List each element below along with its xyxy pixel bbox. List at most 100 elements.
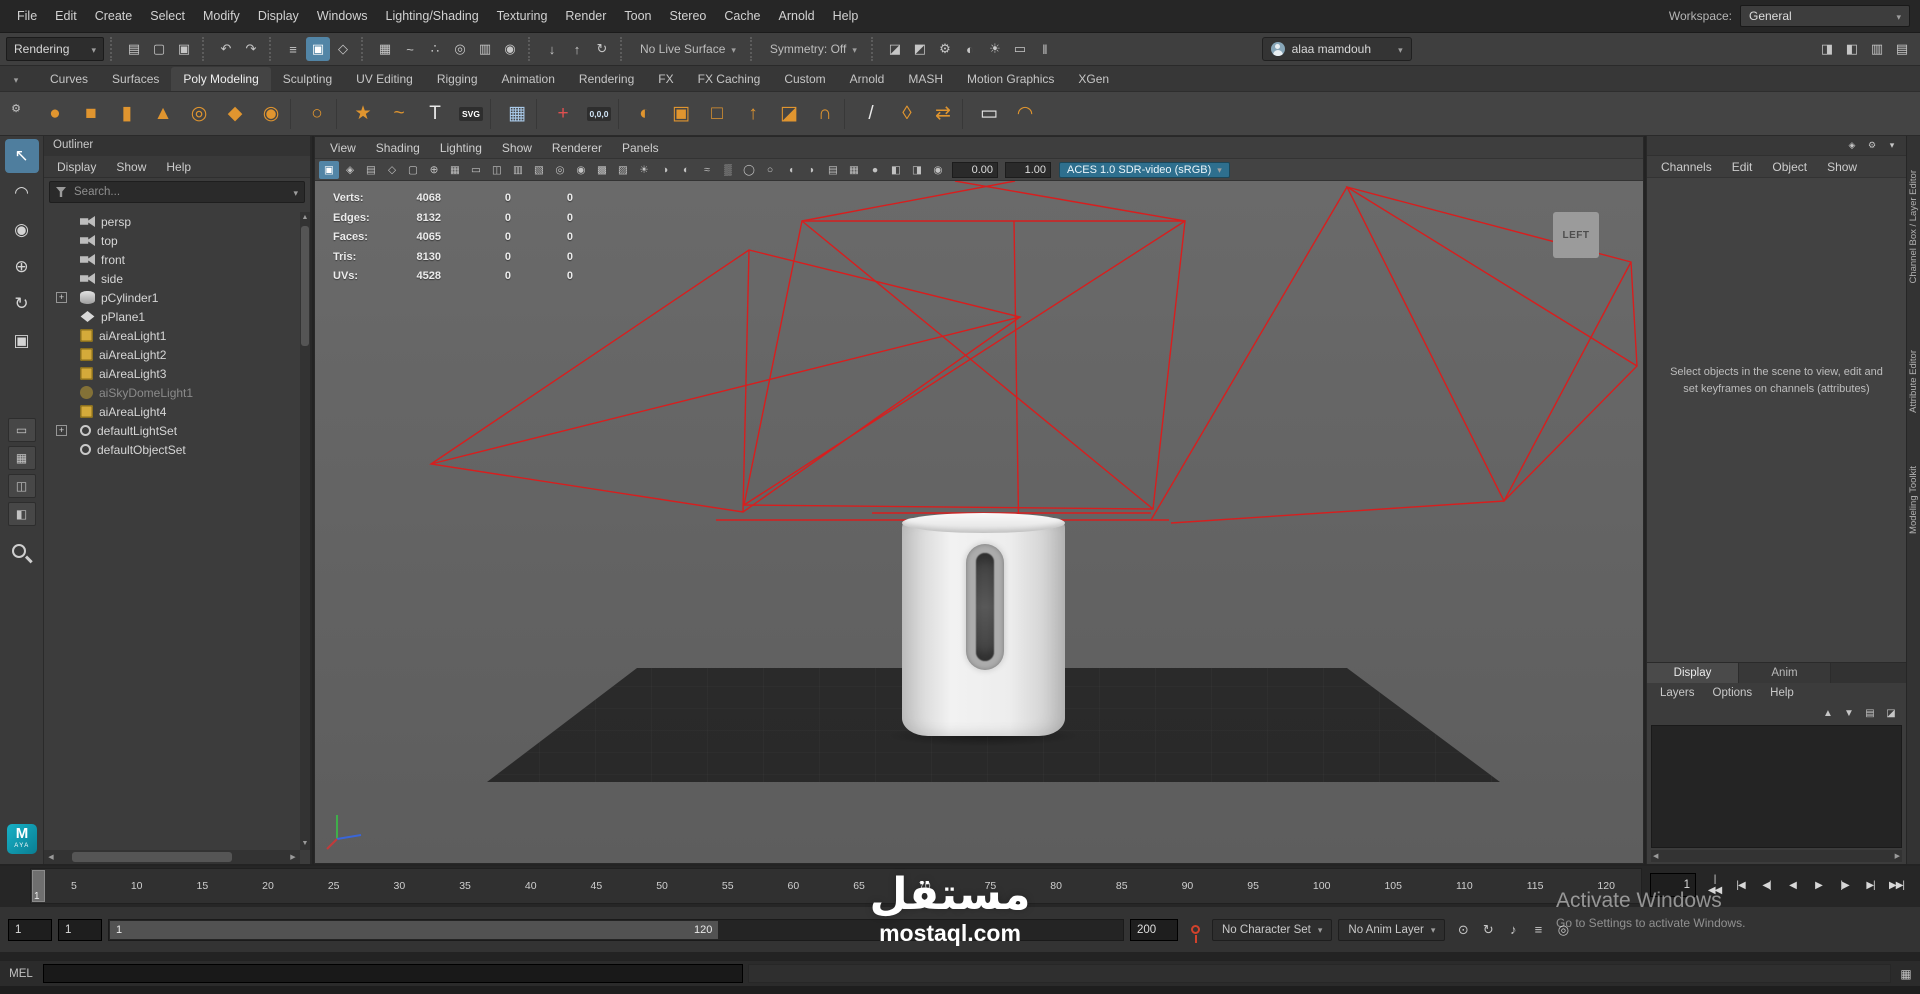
menubar-item[interactable]: Select bbox=[141, 0, 194, 33]
locator-icon[interactable]: + bbox=[546, 97, 580, 131]
new-layer-from-selected-icon[interactable]: ◪ bbox=[1882, 705, 1900, 721]
layer-list[interactable] bbox=[1651, 725, 1902, 848]
grid-toggle-icon[interactable]: ▦ bbox=[445, 161, 465, 179]
view-transform-select[interactable]: ACES 1.0 SDR-video (sRGB) bbox=[1059, 161, 1230, 178]
character-set-select[interactable]: No Character Set bbox=[1212, 918, 1333, 941]
lighting-all-icon[interactable]: ☀ bbox=[634, 161, 654, 179]
search-input[interactable] bbox=[72, 185, 288, 199]
shadows-icon[interactable]: ◑ bbox=[655, 161, 675, 179]
depth-of-field-icon[interactable]: ◯ bbox=[739, 161, 759, 179]
shelf-tab[interactable]: FX bbox=[646, 67, 685, 91]
expand-icon[interactable]: + bbox=[56, 424, 67, 436]
hypershade-icon[interactable]: ◐ bbox=[958, 37, 982, 61]
step-back-key-button[interactable]: |◀ bbox=[1728, 871, 1753, 899]
toggle-tool-settings-icon[interactable]: ▥ bbox=[1865, 37, 1889, 61]
live-surface-indicator[interactable]: No Live Surface bbox=[632, 38, 744, 60]
play-forwards-button[interactable]: ▶ bbox=[1806, 871, 1831, 899]
outliner-menu-item[interactable]: Display bbox=[48, 156, 105, 177]
split-pane-layout-button[interactable]: ◧ bbox=[7, 502, 36, 526]
save-scene-icon[interactable]: ▣ bbox=[172, 37, 196, 61]
extrude-icon[interactable]: ↑ bbox=[736, 97, 770, 131]
poly-cube-icon[interactable]: ■ bbox=[74, 97, 108, 131]
channel-box-menu-item[interactable]: Show bbox=[1818, 156, 1866, 177]
shelf-separator[interactable] bbox=[618, 98, 626, 129]
outputs-icon[interactable]: ↑ bbox=[565, 37, 589, 61]
viewport-menu-item[interactable]: Show bbox=[493, 137, 541, 158]
script-editor-icon[interactable]: ▦ bbox=[1896, 964, 1916, 984]
select-camera-icon[interactable]: ▣ bbox=[319, 160, 339, 179]
hide-panel-icon[interactable]: ▾ bbox=[1884, 138, 1900, 154]
shelf-tab[interactable]: Custom bbox=[772, 67, 837, 91]
speed-slow-icon[interactable]: ◈ bbox=[1844, 138, 1860, 154]
step-forward-key-button[interactable]: ▶| bbox=[1858, 871, 1883, 899]
playback-range[interactable]: 1 120 bbox=[110, 920, 719, 939]
menubar-item[interactable]: Texturing bbox=[488, 0, 557, 33]
render-sequence-icon[interactable]: ▭ bbox=[1008, 37, 1032, 61]
frame-selected-icon[interactable]: ▨ bbox=[613, 161, 633, 179]
menubar-item[interactable]: File bbox=[8, 0, 46, 33]
light-editor-icon[interactable]: ☀ bbox=[983, 37, 1007, 61]
command-input[interactable] bbox=[43, 964, 743, 983]
outliner-item[interactable]: + pPlane1 bbox=[44, 307, 300, 326]
shelf-gear-icon[interactable]: ⚙ bbox=[6, 98, 26, 118]
redo-icon[interactable]: ↷ bbox=[239, 37, 263, 61]
menubar-item[interactable]: Toon bbox=[615, 0, 660, 33]
user-account-menu[interactable]: alaa mamdouh bbox=[1261, 37, 1412, 61]
scroll-right-icon[interactable]: ▶ bbox=[286, 853, 300, 861]
viewport-menu-item[interactable]: View bbox=[321, 137, 365, 158]
frame-all-icon[interactable]: ▩ bbox=[592, 161, 612, 179]
scroll-up-icon[interactable]: ▲ bbox=[300, 212, 310, 224]
open-scene-icon[interactable]: ▢ bbox=[147, 37, 171, 61]
undo-icon[interactable]: ↶ bbox=[214, 37, 238, 61]
shelf-tab[interactable]: Sculpting bbox=[271, 67, 344, 91]
separate-icon[interactable]: □ bbox=[700, 97, 734, 131]
resolution-gate-icon[interactable]: ◫ bbox=[487, 161, 507, 179]
command-language-button[interactable]: MEL bbox=[4, 968, 38, 980]
shelf-menu-icon[interactable] bbox=[6, 70, 26, 90]
render-settings-icon[interactable]: ⚙ bbox=[933, 37, 957, 61]
range-slider[interactable]: 1 120 bbox=[108, 918, 1124, 941]
poly-disc-icon[interactable]: ◉ bbox=[254, 97, 288, 131]
time-slider-track[interactable]: 5 10 15 20 25 30 35 40 45 50 55 60 65 70 75 80 85 90 95 100… bbox=[30, 868, 1642, 904]
new-empty-layer-icon[interactable]: ▤ bbox=[1861, 705, 1879, 721]
safe-title-icon[interactable]: ◉ bbox=[571, 161, 591, 179]
outliner-item[interactable]: + top bbox=[44, 231, 300, 250]
menubar-item[interactable]: Lighting/Shading bbox=[377, 0, 488, 33]
scale-tool[interactable]: ▣ bbox=[5, 324, 39, 358]
poly-torus-icon[interactable]: ◎ bbox=[182, 97, 216, 131]
shelf-separator[interactable] bbox=[490, 98, 498, 129]
shelf-separator[interactable] bbox=[536, 98, 544, 129]
shelf-tab[interactable]: Motion Graphics bbox=[955, 67, 1066, 91]
curve-star-icon[interactable]: ★ bbox=[346, 97, 380, 131]
playback-start-field[interactable] bbox=[58, 918, 102, 941]
menu-set-select[interactable]: Rendering bbox=[6, 37, 104, 61]
exposure-icon[interactable]: ◧ bbox=[886, 161, 906, 179]
channel-box-menu-item[interactable]: Object bbox=[1763, 156, 1816, 177]
auto-keyframe-button[interactable] bbox=[1184, 919, 1206, 943]
symmetry-indicator[interactable]: Symmetry: Off bbox=[762, 38, 865, 60]
menubar-item[interactable]: Help bbox=[824, 0, 868, 33]
viewport-menu-item[interactable]: Lighting bbox=[431, 137, 491, 158]
outliner-vertical-scrollbar[interactable]: ▲ ▼ bbox=[300, 212, 310, 850]
snap-projected-center-icon[interactable]: ◎ bbox=[448, 37, 472, 61]
move-layer-down-icon[interactable]: ▼ bbox=[1840, 705, 1858, 721]
image-plane-icon[interactable]: ▢ bbox=[403, 161, 423, 179]
outliner-item[interactable]: + aiAreaLight4 bbox=[44, 402, 300, 421]
mute-icon[interactable]: ◎ bbox=[1551, 918, 1575, 942]
animation-end-field[interactable] bbox=[1130, 918, 1178, 941]
shelf-tab[interactable]: Curves bbox=[38, 67, 100, 91]
isolate-select-icon[interactable]: ○ bbox=[760, 161, 780, 179]
color-management-icon[interactable]: ◉ bbox=[928, 161, 948, 179]
scroll-left-icon[interactable]: ◀ bbox=[44, 853, 58, 861]
outliner-item[interactable]: + pCylinder1 bbox=[44, 288, 300, 307]
menubar-item[interactable]: Arnold bbox=[770, 0, 824, 33]
animation-start-field[interactable] bbox=[8, 918, 52, 941]
combine-icon[interactable]: ▣ bbox=[664, 97, 698, 131]
outliner-item[interactable]: + aiAreaLight2 bbox=[44, 345, 300, 364]
menubar-item[interactable]: Render bbox=[556, 0, 615, 33]
new-scene-icon[interactable]: ▤ bbox=[122, 37, 146, 61]
bridge-icon[interactable]: ∩ bbox=[808, 97, 842, 131]
zoom-tool-button[interactable] bbox=[7, 540, 37, 570]
snap-curve-icon[interactable]: ~ bbox=[398, 37, 422, 61]
nurbs-sphere-icon[interactable]: ○ bbox=[300, 97, 334, 131]
